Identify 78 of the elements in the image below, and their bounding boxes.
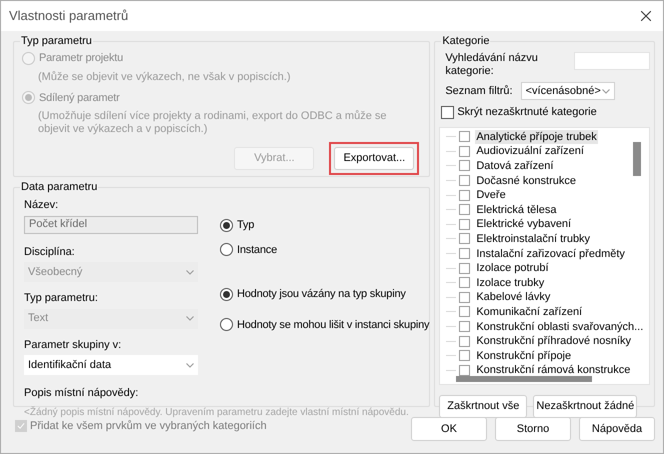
field-label: Popis místní nápovědy: [24, 386, 140, 401]
chevron-down-icon [186, 362, 194, 368]
radio-label: Typ [237, 218, 254, 233]
option-note: (Umožňuje sdílení více projekty a rodinami, export do ODBC a může se objevit ve výkazech a v popiscích.) [38, 110, 388, 136]
radio-label: Sdílený parametr [39, 90, 120, 106]
checkbox-label: Skrýt nezaškrtnuté kategorie [457, 105, 597, 120]
search-label: Vyhledávání názvu kategorie: [445, 52, 539, 78]
radio-button[interactable] [220, 288, 233, 301]
checkbox-label: Přidat ke všem prvkům ve vybraných kategoriích [30, 418, 267, 434]
button[interactable]: Zaškrtnout vše [439, 394, 528, 418]
name-field[interactable]: Počet křídel [24, 216, 198, 234]
radio-label: Hodnoty se mohou lišit v instanci skupiny [237, 318, 430, 332]
group-title: Data parametru [20, 180, 98, 194]
checkbox[interactable] [459, 350, 470, 362]
group-title: Kategorie [441, 34, 490, 48]
checkbox[interactable] [459, 146, 470, 157]
category-item[interactable]: Analytické přípoje trubek [475, 130, 598, 144]
radio-button[interactable] [220, 243, 233, 256]
category-item[interactable]: Izolace trubky [475, 276, 546, 290]
chevron-down-icon [186, 270, 194, 274]
radio-label: Instance [237, 242, 277, 258]
radio-label: Parametr projektu [39, 51, 124, 66]
close-icon[interactable] [641, 11, 651, 21]
category-item[interactable]: Dveře [475, 188, 507, 202]
option-note: (Může se objevit ve výkazech, ne však v popiscích.) [38, 70, 292, 84]
category-item[interactable]: Elektroinstalační trubky [475, 232, 592, 246]
category-item[interactable]: Elektrické vybavení [475, 217, 572, 232]
group-title: Typ parametru [20, 34, 93, 48]
category-item[interactable]: Kabelové lávky [475, 290, 552, 304]
category-item[interactable]: Konstrukční příhradové nosníky [475, 334, 632, 348]
category-item[interactable]: Konstrukční rámová konstrukce [475, 363, 632, 378]
field-label: Disciplína: [24, 244, 76, 260]
checkbox[interactable] [459, 204, 470, 216]
checkbox[interactable] [459, 190, 470, 201]
filter-dropdown[interactable]: <vícenásobné> [520, 82, 615, 100]
checkbox[interactable] [441, 106, 454, 119]
checkbox[interactable] [459, 306, 470, 318]
checkbox[interactable] [459, 131, 470, 142]
radio-button[interactable] [220, 318, 233, 332]
category-item[interactable]: Audiovizuální zařízení [475, 144, 585, 158]
checkbox[interactable] [459, 218, 470, 230]
search-field[interactable] [574, 52, 650, 70]
field-label: Parametr skupiny v: [24, 338, 122, 352]
checkbox[interactable] [459, 292, 470, 303]
checkbox[interactable] [459, 248, 470, 260]
category-item[interactable]: Instalační zařizovací předměty [475, 246, 626, 261]
scrollbar-thumb[interactable] [633, 142, 641, 176]
chevron-down-icon [186, 316, 194, 321]
category-item[interactable]: Izolace potrubí [475, 261, 550, 276]
checkbox[interactable] [459, 262, 470, 274]
button[interactable]: Nezaškrtnout žádné [533, 394, 638, 418]
radio-label: Hodnoty jsou vázány na typ skupiny [237, 287, 406, 302]
window-title: Vlastnosti parametrů [9, 7, 128, 26]
button[interactable]: Exportovat... [334, 147, 414, 170]
filter-label: Seznam filtrů: [445, 84, 513, 99]
checkbox[interactable] [459, 233, 470, 244]
category-item[interactable]: Komunikační zařízení [475, 304, 584, 319]
checkbox[interactable] [459, 175, 470, 186]
category-item[interactable]: Konstrukční oblasti svařovaných... [475, 320, 644, 334]
category-item[interactable]: Datová zařízení [475, 158, 554, 173]
checkbox[interactable] [459, 336, 470, 347]
button[interactable]: Storno [495, 417, 571, 441]
radio-button[interactable] [220, 218, 233, 232]
button[interactable]: OK [411, 417, 487, 441]
checkbox[interactable] [459, 160, 470, 172]
checkbox[interactable] [459, 364, 470, 376]
checkbox[interactable] [459, 321, 470, 332]
category-item[interactable]: Elektrická tělesa [475, 202, 558, 217]
category-item[interactable]: Konstrukční přípoje [475, 348, 572, 363]
dropdown[interactable]: Identifikační data [24, 355, 198, 375]
field-label: Typ parametru: [24, 291, 99, 306]
category-item[interactable]: Dočasné konstrukce [475, 174, 578, 188]
chevron-down-icon [602, 88, 610, 94]
checkbox[interactable] [459, 277, 470, 288]
button[interactable]: Nápověda [579, 417, 655, 441]
scrollbar-thumb[interactable] [456, 376, 592, 382]
field-label: Název: [24, 198, 60, 213]
tooltip-description: <Žádný popis místní nápovědy. Upravením parametru zadejte vlastní místní nápovědu. [24, 406, 410, 418]
